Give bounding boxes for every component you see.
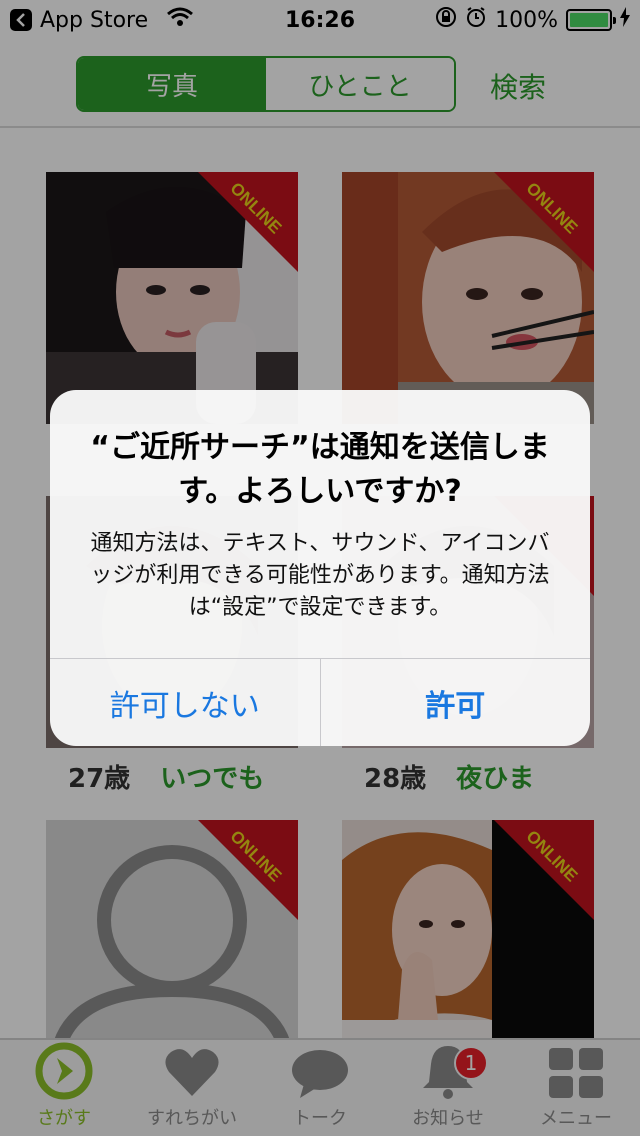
alert-button-row: 許可しない 許可 — [50, 658, 590, 746]
alert-message: 通知方法は、テキスト、サウンド、アイコンバッジが利用できる可能性があります。通知… — [90, 531, 550, 620]
allow-button[interactable]: 許可 — [319, 659, 591, 746]
alert-title: “ご近所サーチ”は通知を送信します。よろしいですか? — [90, 430, 550, 509]
dont-allow-button[interactable]: 許可しない — [50, 659, 320, 746]
notification-permission-alert: “ご近所サーチ”は通知を送信します。よろしいですか? 通知方法は、テキスト、サウ… — [50, 390, 590, 746]
